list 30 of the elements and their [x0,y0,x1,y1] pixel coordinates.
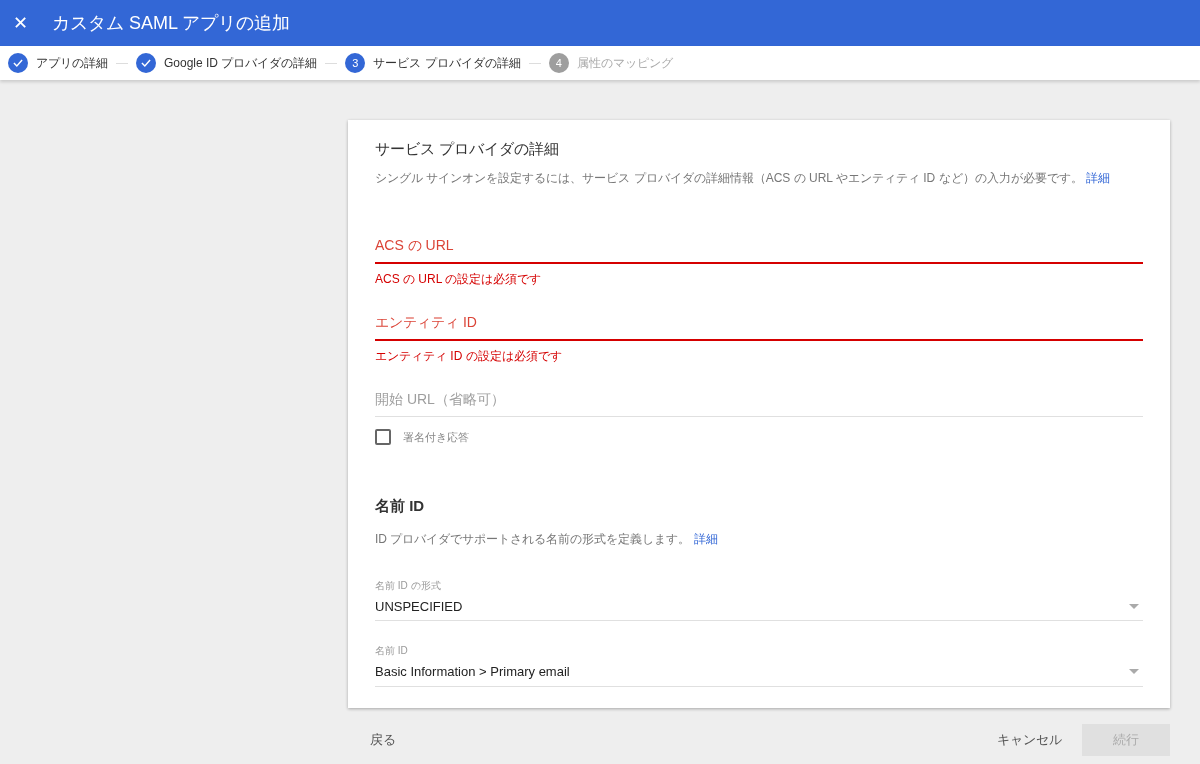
step-label: Google ID プロバイダの詳細 [164,55,318,72]
dropdown-value: UNSPECIFIED [375,597,463,616]
error-message: ACS の URL の設定は必須です [375,270,543,288]
section-description: ID プロバイダでサポートされる名前の形式を定義します。 [375,531,691,546]
cancel-button[interactable]: キャンセル [985,724,1074,756]
back-button[interactable]: 戻る [370,730,396,750]
error-message: エンティティ ID の設定は必須です [375,347,563,365]
checkbox-label: 署名付き応答 [403,429,469,445]
section-title: 名前 ID [375,496,426,516]
learn-more-link[interactable]: 詳細 [1085,170,1110,185]
dropdown-label: 名前 ID の形式 [375,578,442,593]
caret-icon [1129,603,1139,609]
caret-icon [1129,669,1139,675]
dropdown-select[interactable]: 名前 ID の形式 UNSPECIFIED [375,577,1143,621]
dropdown-label: 名前 ID [375,644,409,658]
text-input-field[interactable]: ACS の URL [375,234,1143,264]
step-label: 属性のマッピング [576,55,673,72]
step-label: アプリの詳細 [36,55,108,72]
learn-more-link[interactable]: 詳細 [693,531,718,546]
dropdown-value: Basic Information > Primary email [375,663,570,681]
section-title: サービス プロバイダの詳細 [375,139,561,159]
checkbox[interactable] [375,428,391,445]
close-button[interactable]: ✕ [8,9,32,37]
section-description: シングル サインオンを設定するには、サービス プロバイダの詳細情報（ACS の URL やエンティティ ID など）の入力が必要です。 [375,170,1083,185]
step-number: 4 [548,53,569,73]
dropdown-select[interactable]: 名前 ID Basic Information > Primary email [375,643,1143,687]
page-title: カスタム SAML アプリの追加 [52,11,291,35]
step-label: サービス プロバイダの詳細 [373,55,521,72]
text-input-field[interactable]: エンティティ ID [375,311,1143,341]
step-number: 3 [345,53,366,73]
